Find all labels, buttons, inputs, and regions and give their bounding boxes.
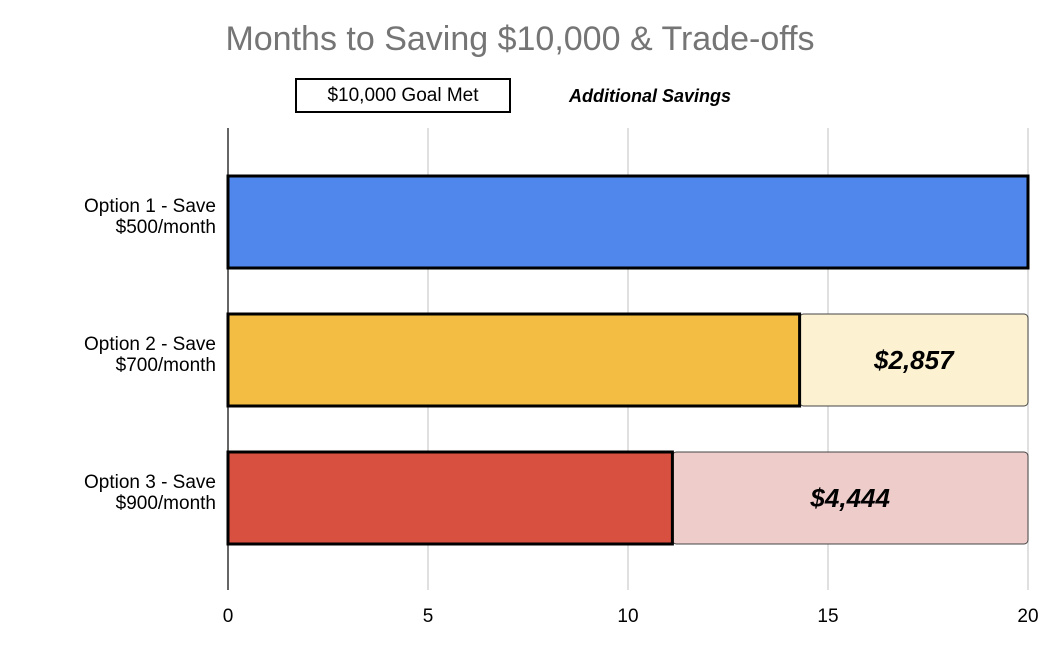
- bar-goal-met: [226, 450, 674, 546]
- x-tick-label: 10: [617, 606, 638, 627]
- category-label: Option 3 - Save: [84, 472, 216, 493]
- bar-data-label: $4,444: [809, 483, 890, 513]
- chart: Months to Saving $10,000 & Trade-offs $1…: [0, 0, 1054, 650]
- category-label: Option 2 - Save: [84, 334, 216, 355]
- category-label: $900/month: [116, 493, 216, 514]
- x-tick-label: 0: [223, 606, 234, 627]
- bar-goal-met: [226, 174, 1030, 270]
- category-label: $700/month: [116, 355, 216, 376]
- category-label: $500/month: [116, 217, 216, 238]
- x-tick-label: 20: [1017, 606, 1038, 627]
- x-tick-label: 5: [423, 606, 434, 627]
- bar-goal-met: [226, 312, 802, 408]
- chart-plot-area: 0 5 10 15 20 Option 1 - Save$500/month Option …: [84, 128, 1039, 627]
- category-label: Option 1 - Save: [84, 196, 216, 217]
- x-tick-label: 15: [817, 606, 838, 627]
- bar-data-label: $2,857: [873, 345, 955, 375]
